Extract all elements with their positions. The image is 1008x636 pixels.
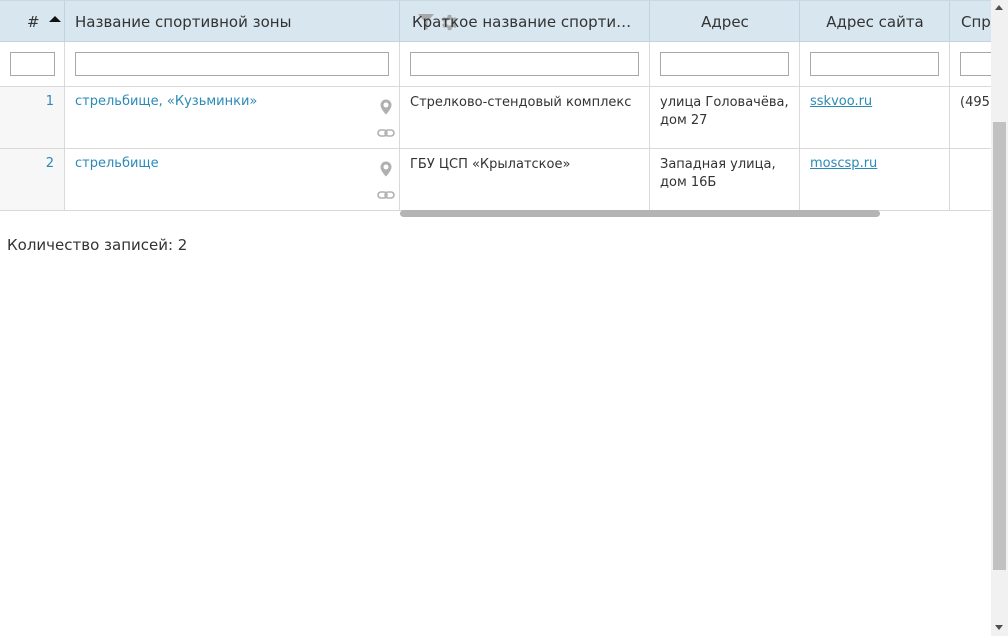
filter-cell-short-name: [400, 42, 650, 86]
vertical-scrollbar-thumb[interactable]: [993, 122, 1006, 570]
row-website-cell: moscsp.ru: [800, 149, 950, 210]
filter-input-address[interactable]: [660, 52, 789, 76]
zone-name-link[interactable]: стрельбище: [75, 156, 159, 171]
column-header-name[interactable]: Название спортивной зоны: [65, 1, 458, 42]
website-link[interactable]: sskvoo.ru: [810, 94, 872, 109]
map-pin-icon[interactable]: [379, 161, 393, 181]
column-header-short-name[interactable]: Краткое название спортивног…: [400, 1, 650, 42]
short-name-text: Стрелково-стендовый комплекс: [410, 95, 632, 110]
scroll-up-icon[interactable]: [995, 5, 1003, 10]
row-number: 1: [45, 94, 54, 109]
map-pin-icon[interactable]: [379, 99, 393, 119]
short-name-text: ГБУ ЦСП «Крылатское»: [410, 157, 571, 172]
column-header-website-label: Адрес сайта: [826, 13, 924, 31]
website-link[interactable]: moscsp.ru: [810, 156, 877, 171]
table-row[interactable]: 1 стрельбище, «Кузьминки» Стрелково-стен…: [0, 87, 991, 149]
filter-cell-phone: [950, 42, 991, 86]
column-header-num-label: #: [27, 13, 40, 31]
table-row[interactable]: 2 стрельбище ГБУ ЦСП «Крылатское» Западн…: [0, 149, 991, 211]
column-header-num[interactable]: #: [0, 1, 65, 42]
link-icon[interactable]: [377, 189, 395, 205]
phone-text: (495): [960, 95, 991, 110]
horizontal-scrollbar-thumb[interactable]: [400, 210, 880, 217]
filter-cell-name: [65, 42, 400, 86]
grid-header-row: # Название спортивной зоны Краткое назва…: [0, 0, 991, 42]
row-short-name-cell: ГБУ ЦСП «Крылатское»: [400, 149, 650, 210]
row-number: 2: [45, 156, 54, 171]
filter-cell-website: [800, 42, 950, 86]
row-address-cell: Западная улица, дом 16Б: [650, 149, 800, 210]
zone-name-link[interactable]: стрельбище, «Кузьминки»: [75, 94, 257, 109]
row-name-cell: стрельбище: [65, 149, 400, 210]
record-count: Количество записей: 2: [7, 236, 188, 254]
address-text: Западная улица, дом 16Б: [660, 157, 776, 190]
link-icon[interactable]: [377, 127, 395, 143]
filter-input-name[interactable]: [75, 52, 389, 76]
filter-input-website[interactable]: [810, 52, 939, 76]
row-num-cell: 1: [0, 87, 65, 148]
vertical-scrollbar[interactable]: [991, 0, 1008, 636]
filter-input-num[interactable]: [10, 52, 55, 76]
sort-ascending-icon[interactable]: [49, 16, 61, 22]
column-header-short-name-label: Краткое название спортивног…: [412, 13, 638, 31]
column-header-address[interactable]: Адрес: [650, 1, 800, 42]
row-website-cell: sskvoo.ru: [800, 87, 950, 148]
filter-cell-num: [0, 42, 65, 86]
column-header-name-label: Название спортивной зоны: [75, 13, 292, 31]
row-address-cell: улица Головачёва, дом 27: [650, 87, 800, 148]
column-header-phone[interactable]: Спр: [950, 1, 991, 42]
address-text: улица Головачёва, дом 27: [660, 95, 789, 128]
filter-input-short-name[interactable]: [410, 52, 639, 76]
data-grid: # Название спортивной зоны Краткое назва…: [0, 0, 991, 211]
scroll-down-icon[interactable]: [995, 625, 1003, 630]
filter-input-phone[interactable]: [960, 52, 991, 76]
row-phone-cell: (495): [950, 87, 991, 148]
page: # Название спортивной зоны Краткое назва…: [0, 0, 991, 636]
column-header-phone-label: Спр: [961, 13, 991, 31]
row-short-name-cell: Стрелково-стендовый комплекс: [400, 87, 650, 148]
row-num-cell: 2: [0, 149, 65, 210]
column-header-website[interactable]: Адрес сайта: [800, 1, 950, 42]
row-name-cell: стрельбище, «Кузьминки»: [65, 87, 400, 148]
filter-cell-address: [650, 42, 800, 86]
grid-filter-row: [0, 42, 991, 87]
row-phone-cell: [950, 149, 991, 210]
column-header-address-label: Адрес: [701, 13, 749, 31]
